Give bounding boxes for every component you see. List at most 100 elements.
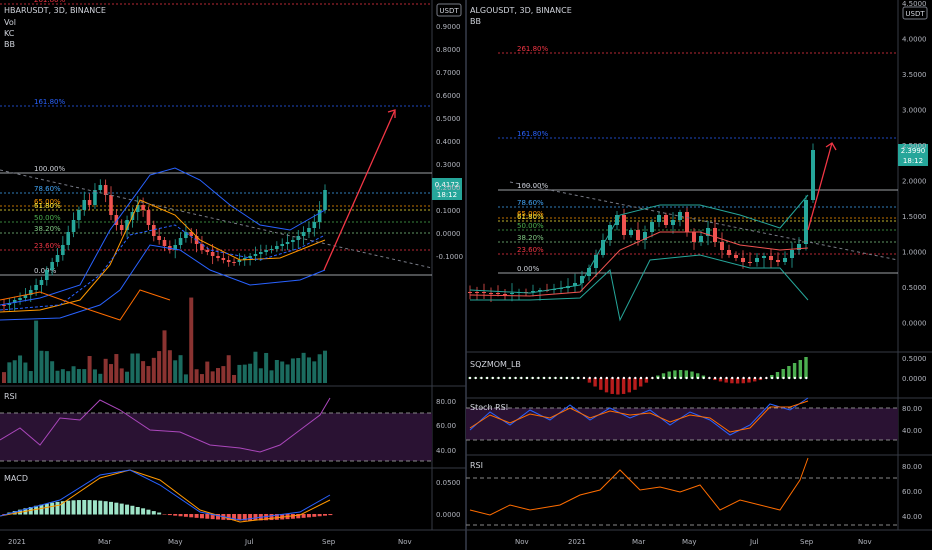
left-volume-bar	[253, 351, 258, 383]
right-sqz-dot	[594, 376, 597, 380]
left-candle	[141, 205, 145, 210]
right-candle	[776, 260, 780, 262]
left-volume-bar	[301, 352, 306, 383]
left-macd-bar	[167, 514, 172, 516]
right-sqz-dot	[503, 376, 506, 380]
left-volume-bar	[323, 350, 327, 383]
right-sqzmom-tick: 0.5000	[902, 355, 927, 363]
right-price-badge-time: 18:12	[903, 157, 923, 165]
right-sqz-dot	[582, 376, 586, 380]
left-volume-bar	[109, 364, 113, 383]
left-price-tick: 0.6000	[436, 92, 461, 100]
left-macd-bar	[178, 514, 183, 517]
right-sqz-dot	[651, 376, 654, 380]
left-volume-bar	[82, 369, 87, 383]
right-sqz-bar	[593, 378, 597, 387]
right-rsi-label: RSI	[470, 461, 483, 470]
left-macd-bar	[130, 505, 135, 515]
left-indicator-kc: KC	[4, 29, 15, 38]
left-price-badge-time: 18:12	[437, 191, 457, 199]
right-price-tick: 2.0000	[902, 178, 927, 186]
left-candle	[61, 245, 65, 255]
right-fib-label: 50.00%	[517, 222, 544, 230]
right-price-tick: 3.5000	[902, 71, 927, 79]
right-sqz-dot	[765, 376, 768, 380]
right-sqz-dot	[605, 376, 608, 380]
left-macd-bar	[76, 500, 81, 515]
right-sqz-dot	[662, 376, 665, 380]
left-macd-tick: 0.0000	[436, 511, 461, 519]
left-volume-bar	[12, 360, 17, 383]
left-candle	[87, 200, 92, 205]
left-volume-bar	[248, 363, 253, 383]
right-time-tick: Nov	[858, 538, 872, 546]
left-candle	[216, 256, 220, 258]
left-candle	[226, 260, 231, 262]
left-macd-bar	[135, 507, 140, 515]
right-candle	[727, 250, 731, 255]
left-volume-bar	[167, 350, 172, 383]
right-sqz-dot	[713, 376, 717, 380]
right-price-tick: 1.5000	[902, 213, 927, 221]
left-macd-bar	[119, 503, 124, 515]
left-candle	[285, 242, 290, 244]
right-sqz-dot	[634, 376, 637, 380]
right-candle	[496, 293, 500, 294]
left-macd-bar	[301, 514, 306, 518]
right-sqz-dot	[468, 376, 472, 380]
chart-canvas[interactable]: 261.80%161.80%100.00%78.60%65.00%61.80%5…	[0, 0, 932, 550]
right-sqz-dot	[788, 376, 791, 380]
right-time-tick: May	[682, 538, 696, 546]
right-sqz-dot	[554, 376, 557, 380]
left-candle	[253, 254, 258, 256]
left-fib-label: 100.00%	[34, 165, 65, 173]
right-candle	[510, 293, 514, 294]
left-candle	[152, 225, 156, 236]
left-candle	[98, 185, 103, 190]
right-sqz-dot	[725, 376, 728, 380]
left-candle	[146, 210, 151, 225]
left-macd-bar	[269, 514, 274, 521]
right-candle	[636, 230, 640, 240]
left-volume-bar	[199, 374, 204, 383]
left-volume-bar	[216, 368, 220, 383]
left-volume-bar	[76, 369, 81, 383]
left-candle	[77, 210, 81, 220]
left-fib-label: 61.80%	[34, 202, 61, 210]
right-sqz-dot	[485, 376, 489, 380]
left-price-tick: 0.0000	[436, 230, 461, 238]
left-macd-bar	[44, 503, 49, 515]
right-sqz-dot	[571, 376, 574, 380]
left-symbol-title: HBARUSDT, 3D, BINANCE	[4, 6, 106, 15]
right-symbol-title: ALGOUSDT, 3D, BINANCE	[470, 6, 572, 15]
right-sqz-dot	[736, 376, 740, 380]
left-candle	[275, 246, 279, 249]
left-candle	[18, 298, 22, 300]
left-volume-bar	[157, 351, 162, 383]
left-macd-bar	[55, 501, 60, 515]
right-sqz-dot	[611, 376, 614, 380]
right-candle	[503, 294, 507, 295]
right-fib-label: 100.00%	[517, 182, 548, 190]
right-time-tick: 2021	[568, 538, 586, 546]
left-candle	[34, 285, 38, 290]
right-sqz-dot	[742, 376, 745, 380]
right-sqz-bar	[633, 378, 637, 390]
left-time-tick: 2021	[8, 538, 26, 546]
left-volume-bar	[39, 350, 44, 383]
left-macd-bar	[306, 514, 311, 518]
left-volume-bar	[44, 351, 49, 383]
left-indicator-vol: Vol	[4, 18, 16, 27]
right-currency-label: USDT	[905, 10, 925, 18]
right-sqz-dot	[480, 376, 483, 380]
left-volume-bar	[269, 370, 274, 383]
right-time-tick: Jul	[749, 538, 759, 546]
right-sqz-dot	[577, 376, 580, 380]
right-sqz-dot	[719, 376, 722, 380]
right-stoch-tick: 80.00	[902, 405, 922, 413]
left-macd-bar	[317, 514, 322, 517]
right-candle	[650, 222, 654, 232]
left-candle	[307, 228, 311, 232]
right-sqz-bar	[599, 378, 603, 390]
right-sqz-dot	[560, 376, 563, 380]
